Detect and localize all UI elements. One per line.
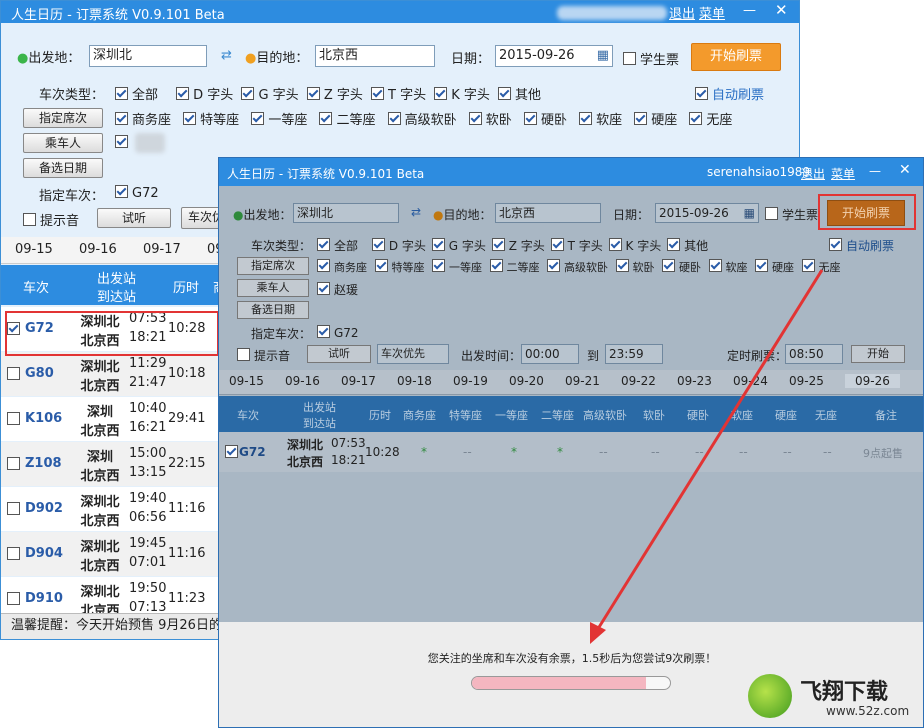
watermark-text: 飞翔下载	[800, 680, 889, 705]
arrow-line	[594, 269, 824, 633]
logo-icon	[748, 674, 792, 718]
arrow-head	[590, 622, 606, 644]
watermark: 飞翔下载 www.52z.com	[748, 670, 924, 728]
watermark-url: www.52z.com	[826, 704, 910, 718]
annotation-arrow	[590, 269, 824, 644]
